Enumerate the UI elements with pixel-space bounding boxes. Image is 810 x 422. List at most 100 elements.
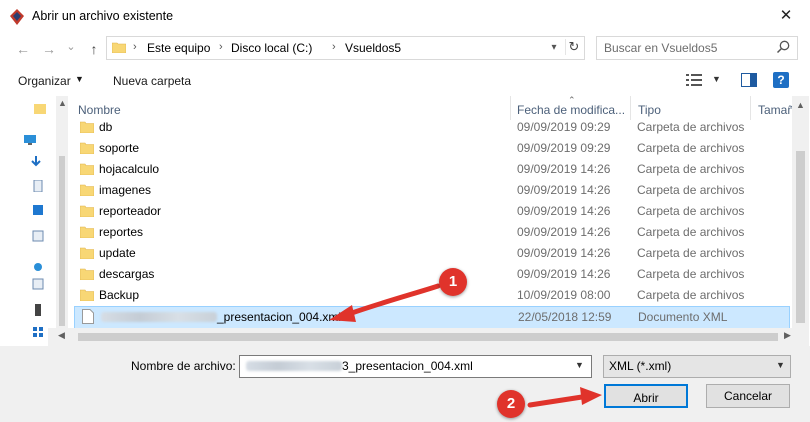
navigation-scrollbar[interactable]: ▲ — [56, 96, 68, 346]
search-icon[interactable] — [775, 39, 791, 55]
scroll-left-icon[interactable]: ◀ — [58, 330, 65, 341]
breadcrumb-este-equipo[interactable]: Este equipo — [147, 41, 210, 55]
app-icon — [10, 9, 24, 25]
horizontal-scrollbar[interactable]: ◀ ▶ — [48, 328, 809, 346]
file-date: 09/09/2019 14:26 — [517, 267, 611, 281]
organize-button[interactable]: Organizar — [18, 74, 71, 88]
breadcrumb-disco-local[interactable]: Disco local (C:) — [231, 41, 312, 55]
file-list[interactable]: ⌃ Nombre Fecha de modifica... Tipo Tamañ… — [72, 96, 792, 328]
file-name: soporte — [99, 141, 140, 155]
file-type: Carpeta de archivos — [637, 267, 745, 281]
file-date: 10/09/2019 08:00 — [517, 288, 611, 302]
view-details-icon[interactable] — [686, 73, 702, 87]
pictures-icon[interactable] — [32, 230, 44, 242]
forward-button[interactable]: → — [40, 40, 58, 58]
file-date: 09/09/2019 09:29 — [517, 120, 611, 134]
annotation-badge-2: 2 — [497, 390, 525, 418]
scroll-up-icon[interactable]: ▲ — [792, 98, 809, 112]
folder-icon — [80, 205, 94, 217]
this-pc-icon[interactable] — [24, 134, 36, 146]
onedrive-icon[interactable] — [32, 260, 44, 272]
file-name-suffix: _presentacion_004.xml — [217, 310, 342, 324]
annotation-badge-1: 1 — [439, 268, 467, 296]
list-item[interactable]: reportes 09/09/2019 14:26 Carpeta de arc… — [72, 222, 790, 243]
back-button[interactable]: ← — [14, 40, 32, 58]
scrollbar-thumb[interactable] — [78, 333, 778, 341]
folder-icon — [80, 226, 94, 238]
file-date: 09/09/2019 14:26 — [517, 183, 611, 197]
open-button[interactable]: Abrir — [604, 384, 688, 408]
scroll-right-icon[interactable]: ▶ — [784, 330, 791, 341]
folder-icon — [80, 268, 94, 280]
column-header-type[interactable]: Tipo — [638, 103, 661, 117]
file-date: 09/09/2019 09:29 — [517, 141, 611, 155]
column-header-date[interactable]: Fecha de modifica... — [517, 103, 625, 117]
filter-value: XML (*.xml) — [609, 359, 672, 373]
documents-icon[interactable] — [32, 180, 44, 192]
help-icon[interactable]: ? — [773, 72, 789, 88]
vertical-scrollbar[interactable]: ▲ — [792, 96, 809, 328]
list-item[interactable]: db 09/09/2019 09:29 Carpeta de archivos — [72, 117, 790, 138]
chevron-down-icon[interactable]: ▼ — [776, 360, 785, 370]
file-type: Carpeta de archivos — [637, 183, 745, 197]
list-item[interactable]: soporte 09/09/2019 09:29 Carpeta de arch… — [72, 138, 790, 159]
file-type: Carpeta de archivos — [637, 204, 745, 218]
up-button[interactable]: ↑ — [85, 40, 103, 58]
breadcrumb-separator: › — [332, 41, 336, 53]
list-item[interactable]: reporteador 09/09/2019 14:26 Carpeta de … — [72, 201, 790, 222]
file-name: Backup — [99, 288, 140, 302]
file-name: hojacalculo — [99, 162, 160, 176]
search-placeholder: Buscar en Vsueldos5 — [604, 41, 718, 55]
list-item[interactable]: Backup 10/09/2019 08:00 Carpeta de archi… — [72, 285, 790, 306]
column-header-name[interactable]: Nombre — [78, 103, 121, 117]
file-date: 22/05/2018 12:59 — [518, 310, 612, 324]
folder-icon — [80, 184, 94, 196]
scrollbar-thumb[interactable] — [59, 156, 65, 326]
cancel-button[interactable]: Cancelar — [706, 384, 790, 408]
caret-down-icon[interactable]: ▼ — [712, 74, 721, 84]
preview-pane-icon[interactable] — [741, 73, 757, 87]
breadcrumb-vsueldos5[interactable]: Vsueldos5 — [345, 41, 401, 55]
file-type: Carpeta de archivos — [637, 288, 745, 302]
address-bar[interactable]: › Este equipo › Disco local (C:) › Vsuel… — [106, 36, 585, 60]
folder-icon — [80, 289, 94, 301]
folder-icon — [112, 42, 126, 53]
windows-drive-icon[interactable] — [32, 326, 44, 338]
redacted-text — [101, 312, 217, 322]
scroll-up-icon[interactable]: ▲ — [58, 98, 67, 108]
close-button[interactable]: ✕ — [770, 4, 802, 28]
chevron-down-icon[interactable]: ▾ — [547, 40, 561, 56]
music-icon[interactable] — [32, 278, 44, 290]
file-type-filter[interactable]: XML (*.xml) ▼ — [603, 355, 791, 378]
file-name: reporteador — [99, 204, 162, 218]
column-header-size[interactable]: Tamañ — [758, 103, 792, 117]
downloads-icon[interactable] — [30, 156, 42, 168]
navigation-pane[interactable] — [0, 96, 48, 346]
list-item[interactable]: update 09/09/2019 14:26 Carpeta de archi… — [72, 243, 790, 264]
folder-icon[interactable] — [34, 102, 46, 114]
new-folder-button[interactable]: Nueva carpeta — [113, 74, 191, 88]
caret-down-icon[interactable]: ▼ — [75, 74, 84, 84]
window-title: Abrir un archivo existente — [32, 9, 174, 23]
filename-input[interactable]: 3_presentacion_004.xml ▼ — [239, 355, 592, 378]
refresh-icon[interactable]: ↻ — [565, 39, 582, 55]
file-name: descargas — [99, 267, 155, 281]
desktop-icon[interactable] — [32, 204, 44, 216]
file-date: 09/09/2019 14:26 — [517, 225, 611, 239]
recent-locations-button[interactable]: ⌄ — [62, 38, 80, 56]
file-type: Carpeta de archivos — [637, 120, 745, 134]
videos-icon[interactable] — [34, 304, 46, 316]
file-name: imagenes — [99, 183, 152, 197]
file-type: Carpeta de archivos — [637, 225, 745, 239]
chevron-down-icon[interactable]: ▼ — [575, 360, 584, 370]
xml-file-icon — [82, 309, 94, 324]
filename-value: 3_presentacion_004.xml — [246, 359, 473, 373]
list-item-selected[interactable]: _presentacion_004.xml 22/05/2018 12:59 D… — [74, 306, 790, 328]
scrollbar-thumb[interactable] — [796, 151, 805, 323]
file-name: db — [99, 120, 113, 134]
list-item[interactable]: hojacalculo 09/09/2019 14:26 Carpeta de … — [72, 159, 790, 180]
file-type: Carpeta de archivos — [637, 246, 745, 260]
list-item[interactable]: descargas 09/09/2019 14:26 Carpeta de ar… — [72, 264, 790, 285]
search-box[interactable]: Buscar en Vsueldos5 — [596, 36, 798, 60]
list-item[interactable]: imagenes 09/09/2019 14:26 Carpeta de arc… — [72, 180, 790, 201]
